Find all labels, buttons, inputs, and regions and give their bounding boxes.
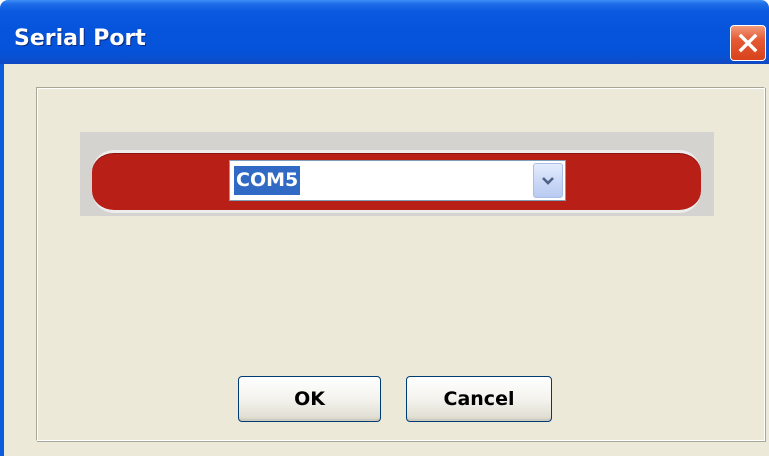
close-button[interactable]	[730, 25, 766, 61]
serial-port-dialog: Serial Port COM5 OK Cancel	[0, 0, 769, 456]
port-combobox-value[interactable]: COM5	[234, 166, 301, 195]
chevron-down-icon	[542, 176, 554, 185]
window-title: Serial Port	[14, 26, 146, 51]
window-left-border	[0, 64, 4, 456]
title-bar[interactable]: Serial Port	[0, 0, 769, 64]
ok-button[interactable]: OK	[238, 376, 381, 422]
port-combobox[interactable]: COM5	[229, 160, 566, 201]
cancel-button[interactable]: Cancel	[406, 376, 552, 422]
dropdown-button[interactable]	[533, 163, 563, 198]
close-icon	[738, 33, 758, 53]
